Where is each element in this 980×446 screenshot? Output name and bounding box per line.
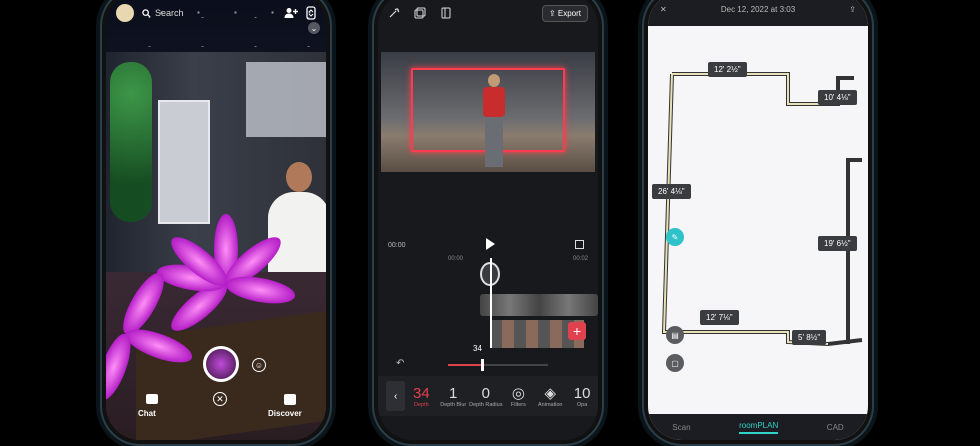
ruler-icon[interactable]: ✎ bbox=[666, 228, 684, 246]
close-icon[interactable]: ✕ bbox=[213, 392, 227, 406]
flip-camera-icon[interactable] bbox=[306, 6, 316, 20]
editor-top-bar: ⇪ Export bbox=[388, 2, 588, 24]
slider-knob[interactable] bbox=[481, 359, 484, 371]
chevron-down-icon[interactable]: ⌄ bbox=[308, 22, 320, 34]
tab-roomplan[interactable]: roomPLAN bbox=[739, 421, 779, 434]
ar-vines bbox=[110, 62, 152, 222]
fullscreen-icon[interactable] bbox=[575, 240, 584, 249]
phone-snap-camera: Search ⌄ ☺ ✕ Chat Discover bbox=[100, 0, 332, 446]
discover-icon[interactable] bbox=[284, 394, 296, 405]
playhead[interactable] bbox=[490, 258, 492, 348]
play-icon[interactable] bbox=[486, 238, 495, 250]
add-clip-button[interactable]: + bbox=[568, 322, 586, 340]
search-input[interactable]: Search bbox=[142, 8, 276, 18]
animation-icon: ◈ bbox=[544, 385, 556, 402]
tool-depth-radius[interactable]: 0 Depth Radius bbox=[469, 385, 502, 408]
tool-depth[interactable]: 34 Depth bbox=[405, 385, 437, 408]
undo-icon[interactable]: ↶ bbox=[396, 358, 404, 369]
tab-cad[interactable]: CAD bbox=[827, 423, 844, 432]
ruler-tick: 00:02 bbox=[572, 256, 588, 262]
export-icon: ⇪ bbox=[548, 8, 556, 18]
nav-chat[interactable]: Chat bbox=[138, 409, 156, 418]
search-icon bbox=[142, 8, 151, 18]
comment-icon[interactable]: ▢ bbox=[666, 354, 684, 372]
magic-icon[interactable] bbox=[388, 7, 400, 19]
wall-outline bbox=[661, 73, 863, 347]
layers-icon[interactable]: ▤ bbox=[666, 326, 684, 344]
tool-opacity[interactable]: 10 Opa bbox=[566, 385, 598, 408]
camera-top-bar: Search bbox=[116, 2, 316, 24]
door bbox=[158, 100, 210, 224]
smile-icon[interactable]: ☺ bbox=[252, 358, 266, 372]
export-label: Export bbox=[557, 8, 581, 18]
plan-tabs: Scan roomPLAN CAD bbox=[648, 414, 868, 440]
kitchen-cabinet bbox=[246, 62, 326, 137]
video-preview[interactable] bbox=[381, 52, 595, 172]
current-time: 00:00 bbox=[388, 242, 406, 249]
timeline-ruler: 00:00 00:02 bbox=[448, 256, 588, 262]
add-friend-icon[interactable] bbox=[284, 7, 298, 19]
phone-room-plan: ✕ Dec 12, 2022 at 3:03 ⇪ 12' 2½" 10' 4⅛"… bbox=[642, 0, 874, 446]
camera-view: Search ⌄ ☺ ✕ Chat Discover bbox=[106, 0, 326, 440]
tab-scan[interactable]: Scan bbox=[672, 423, 690, 432]
nav-discover[interactable]: Discover bbox=[268, 409, 302, 418]
wall-outline bbox=[846, 158, 862, 344]
tool-depth-blur[interactable]: 1 Depth Blur bbox=[437, 385, 469, 408]
ar-flower-small bbox=[106, 267, 196, 404]
dancer bbox=[479, 74, 509, 169]
dimension-label[interactable]: 5' 8½" bbox=[792, 330, 827, 345]
phone-video-editor: ⇪ Export 00:00 00:00 00:02 + 34 ↶ ‹ 34 De… bbox=[372, 0, 604, 446]
plan-screen: ✕ Dec 12, 2022 at 3:03 ⇪ 12' 2½" 10' 4⅛"… bbox=[648, 0, 868, 440]
editor-screen: ⇪ Export 00:00 00:00 00:02 + 34 ↶ ‹ 34 De… bbox=[378, 0, 598, 440]
layers-icon[interactable] bbox=[414, 7, 426, 19]
dimension-label[interactable]: 12' 7⅛" bbox=[700, 310, 739, 325]
timeline-clip-depth[interactable] bbox=[480, 294, 598, 316]
dimension-label[interactable]: 19' 6½" bbox=[818, 236, 857, 251]
capture-button[interactable] bbox=[203, 346, 239, 382]
back-icon[interactable]: ‹ bbox=[386, 381, 406, 411]
tool-row: ‹ 34 Depth 1 Depth Blur 0 Depth Radius ◎ Fil… bbox=[378, 376, 598, 416]
search-placeholder: Search bbox=[155, 8, 184, 18]
tool-filters[interactable]: ◎ Filters bbox=[502, 384, 534, 408]
book-icon[interactable] bbox=[440, 7, 452, 19]
dimension-label[interactable]: 10' 4⅛" bbox=[818, 90, 857, 105]
avatar[interactable] bbox=[116, 4, 134, 22]
dimension-label[interactable]: 26' 4⅛" bbox=[652, 184, 691, 199]
filters-icon: ◎ bbox=[511, 385, 525, 402]
export-button[interactable]: ⇪ Export bbox=[541, 4, 588, 22]
slider-fill bbox=[448, 364, 481, 366]
frame-number: 34 bbox=[473, 344, 482, 353]
value-slider[interactable] bbox=[448, 359, 548, 371]
dimension-label[interactable]: 12' 2½" bbox=[708, 62, 747, 77]
chat-icon[interactable] bbox=[146, 394, 158, 404]
tool-animation[interactable]: ◈ Animation bbox=[534, 384, 566, 408]
ruler-tick: 00:00 bbox=[448, 256, 464, 262]
